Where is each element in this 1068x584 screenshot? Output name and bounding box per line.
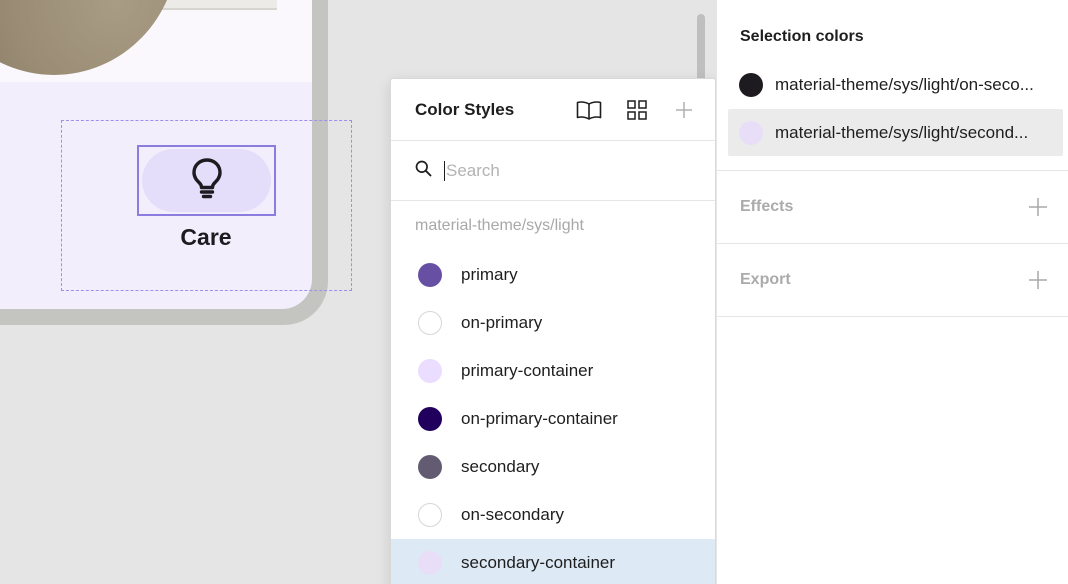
color-style-item[interactable]: secondary [391,443,715,491]
color-styles-popup: Color Styles Search material-theme/sys/l… [390,78,716,584]
color-style-label: on-primary [461,313,543,332]
care-icon-container[interactable] [142,149,271,212]
color-swatch [418,311,442,335]
search-input[interactable] [444,160,684,181]
export-title: Export [740,271,791,288]
color-style-label: on-secondary [461,505,565,524]
add-icon[interactable] [670,97,698,123]
color-swatch [418,551,442,575]
color-style-item[interactable]: primary [391,251,715,299]
effects-section[interactable]: Effects [717,171,1068,244]
selection-color-label: material-theme/sys/light/on-seco... [775,74,1034,94]
search-icon [415,160,432,182]
color-style-item[interactable]: secondary-container [391,539,715,584]
photo-subject [0,0,178,75]
grid-view-icon[interactable] [623,97,651,123]
color-swatch [418,359,442,383]
selection-color-row[interactable]: material-theme/sys/light/on-seco... [728,61,1063,108]
color-style-list: primary on-primary primary-container on-… [391,251,715,584]
selection-colors-heading: Selection colors [740,28,864,45]
properties-panel: Selection colors material-theme/sys/ligh… [716,0,1068,584]
selection-colors-section: Selection colors material-theme/sys/ligh… [717,0,1068,171]
color-swatch [418,263,442,287]
color-style-item[interactable]: primary-container [391,347,715,395]
color-style-label: secondary [461,457,540,476]
color-swatch [418,407,442,431]
book-icon[interactable] [575,97,603,123]
add-effect-icon[interactable] [1028,197,1048,217]
lightbulb-icon [191,157,223,204]
color-style-item[interactable]: on-primary [391,299,715,347]
popup-header: Color Styles [391,79,715,141]
color-swatch [739,120,763,145]
search-bar [391,141,715,201]
color-style-label: primary-container [461,361,594,380]
color-swatch [418,503,442,527]
photo-background [150,0,277,10]
export-section[interactable]: Export [717,244,1068,317]
add-export-icon[interactable] [1028,270,1048,290]
canvas-scrollbar[interactable] [697,14,705,82]
color-style-label: primary [461,265,518,284]
care-icon-selection[interactable] [137,145,276,216]
selection-color-row[interactable]: material-theme/sys/light/second... [728,109,1063,156]
popup-title: Color Styles [415,99,515,119]
color-style-label: secondary-container [461,553,616,572]
selection-color-label: material-theme/sys/light/second... [775,122,1029,142]
effects-title: Effects [740,198,794,215]
color-style-label: on-primary-container [461,409,618,428]
color-swatch [739,72,763,97]
style-group-label: material-theme/sys/light [415,217,584,234]
color-style-item[interactable]: on-secondary [391,491,715,539]
card-label: Care [180,224,232,250]
photo-image [0,0,312,82]
color-style-item[interactable]: on-primary-container [391,395,715,443]
color-swatch [418,455,442,479]
